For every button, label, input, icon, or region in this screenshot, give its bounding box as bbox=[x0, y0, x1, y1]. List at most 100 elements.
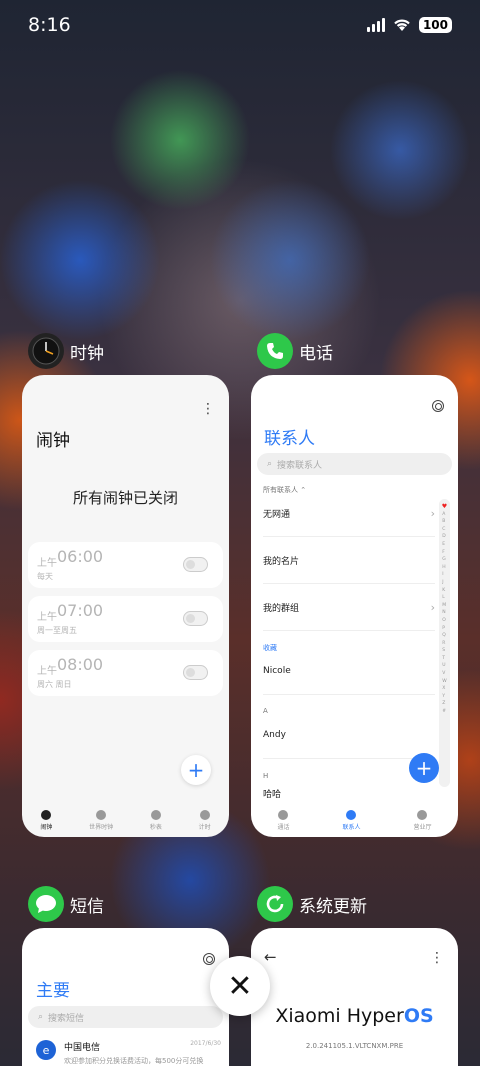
store-icon bbox=[417, 809, 428, 820]
hourglass-icon bbox=[199, 809, 210, 820]
nav-calls[interactable]: 通话 bbox=[277, 809, 290, 831]
app-card-system-update[interactable]: ← ⋮ Xiaomi HyperOS 2.0.241105.1.VLTCNXM.… bbox=[251, 928, 458, 1066]
list-item[interactable]: 我的名片 bbox=[263, 537, 435, 584]
phone-icon bbox=[278, 809, 289, 820]
index-letter[interactable]: K bbox=[442, 587, 446, 595]
search-placeholder: 搜索短信 bbox=[48, 1013, 85, 1024]
index-letter[interactable]: V bbox=[442, 670, 446, 678]
chevron-right-icon: › bbox=[430, 506, 435, 520]
index-letter[interactable]: S bbox=[442, 647, 446, 655]
index-letter[interactable]: D bbox=[442, 533, 446, 541]
back-arrow-icon[interactable]: ← bbox=[264, 948, 277, 966]
nav-contacts[interactable]: 联系人 bbox=[342, 809, 361, 831]
app-label-phone[interactable]: 电话 bbox=[257, 333, 333, 369]
clear-all-button[interactable]: ✕ bbox=[210, 956, 270, 1016]
add-contact-button[interactable]: + bbox=[409, 753, 439, 783]
nav-label: 通话 bbox=[277, 823, 290, 831]
index-letter[interactable]: T bbox=[442, 655, 446, 663]
app-card-phone[interactable]: 联系人 ⌕ 搜索联系人 所有联系人 ⌃ 无网通 › 我的名片 我的群组 › 收藏 N… bbox=[251, 375, 458, 837]
alarm-ampm: 上午 bbox=[37, 558, 57, 569]
nav-service-hall[interactable]: 营业厅 bbox=[413, 809, 432, 831]
nav-label: 秒表 bbox=[149, 823, 162, 831]
index-letter[interactable]: C bbox=[442, 526, 446, 534]
alarm-item[interactable]: 上午 08:00 周六 周日 bbox=[28, 650, 223, 696]
alarm-toggle[interactable] bbox=[183, 557, 208, 572]
contact-row[interactable]: 哈哈 bbox=[263, 787, 281, 800]
app-card-clock[interactable]: ⋮ 闹钟 所有闹钟已关闭 上午 06:00 每天 上午 07:00 周一至周五 … bbox=[22, 375, 229, 837]
index-letter[interactable]: M bbox=[442, 602, 446, 610]
index-letter[interactable]: Y bbox=[442, 693, 446, 701]
alarm-item[interactable]: 上午 07:00 周一至周五 bbox=[28, 596, 223, 642]
alarm-toggle[interactable] bbox=[183, 611, 208, 626]
index-letter[interactable]: W bbox=[442, 678, 446, 686]
index-letter[interactable]: # bbox=[442, 708, 446, 716]
index-letter[interactable]: U bbox=[442, 662, 446, 670]
nav-label: 计时 bbox=[198, 823, 211, 831]
alarm-repeat: 周六 周日 bbox=[37, 680, 72, 689]
index-letter[interactable]: P bbox=[442, 625, 446, 633]
nav-label: 营业厅 bbox=[413, 823, 432, 831]
index-letter[interactable]: O bbox=[442, 617, 446, 625]
index-letter[interactable]: F bbox=[442, 549, 446, 557]
list-item[interactable]: 我的群组 › bbox=[263, 584, 435, 631]
app-card-messages[interactable]: 主要 ⌕ 搜索短信 e 中国电信 2017/6/30 欢迎参加积分兑换话费活动，… bbox=[22, 928, 229, 1066]
index-letter[interactable]: E bbox=[442, 541, 446, 549]
message-preview: 欢迎参加积分兑换话费活动，每500分可兑换 bbox=[64, 1057, 204, 1065]
index-letter[interactable]: L bbox=[442, 594, 446, 602]
settings-icon[interactable] bbox=[203, 953, 215, 965]
wifi-icon bbox=[394, 19, 410, 31]
settings-icon[interactable] bbox=[432, 400, 444, 412]
alarm-time: 06:00 bbox=[57, 547, 104, 566]
alarm-toggle[interactable] bbox=[183, 665, 208, 680]
row-label: 无网通 bbox=[263, 509, 291, 520]
alarm-item[interactable]: 上午 06:00 每天 bbox=[28, 542, 223, 588]
nav-world-clock[interactable]: 世界时钟 bbox=[89, 809, 114, 831]
message-date: 2017/6/30 bbox=[190, 1040, 221, 1047]
index-letter[interactable]: B bbox=[442, 518, 446, 526]
china-telecom-logo: e bbox=[36, 1040, 56, 1060]
status-time: 8:16 bbox=[28, 14, 71, 36]
os-version: 2.0.241105.1.VLTCNXM.PRE bbox=[305, 1042, 404, 1050]
app-label-messages[interactable]: 短信 bbox=[28, 886, 104, 922]
index-letter[interactable]: H bbox=[442, 564, 446, 572]
message-thread[interactable]: e 中国电信 2017/6/30 欢迎参加积分兑换话费活动，每500分可兑换 bbox=[36, 1040, 221, 1066]
app-name: 时钟 bbox=[70, 343, 104, 364]
nav-label: 世界时钟 bbox=[89, 823, 114, 831]
page-title: 闹钟 bbox=[36, 431, 70, 451]
list-item[interactable]: 无网通 › bbox=[263, 490, 435, 537]
globe-clock-icon bbox=[96, 809, 107, 820]
contact-name: Andy bbox=[263, 730, 286, 740]
search-placeholder: 搜索联系人 bbox=[277, 460, 323, 471]
brand-prefix: Xiaomi Hyper bbox=[275, 1005, 404, 1027]
nav-stopwatch[interactable]: 秒表 bbox=[149, 809, 162, 831]
contact-row[interactable]: Nicole bbox=[263, 648, 435, 695]
app-label-clock[interactable]: 时钟 bbox=[28, 333, 104, 369]
index-letter[interactable]: Z bbox=[442, 700, 446, 708]
nav-timer[interactable]: 计时 bbox=[198, 809, 211, 831]
alarm-repeat: 周一至周五 bbox=[37, 626, 77, 635]
add-alarm-button[interactable]: + bbox=[181, 755, 211, 785]
more-icon[interactable]: ⋮ bbox=[201, 401, 215, 417]
row-label: 我的名片 bbox=[263, 556, 300, 567]
index-letter[interactable]: J bbox=[442, 579, 446, 587]
more-icon[interactable]: ⋮ bbox=[430, 950, 444, 966]
contact-row[interactable]: Andy bbox=[263, 712, 435, 759]
page-title: 主要 bbox=[36, 981, 70, 1001]
nav-alarm[interactable]: 闹钟 bbox=[40, 809, 52, 831]
alarm-ampm: 上午 bbox=[37, 666, 57, 677]
index-letter[interactable]: Q bbox=[442, 632, 446, 640]
index-letter[interactable]: G bbox=[442, 556, 446, 564]
index-letter[interactable]: I bbox=[442, 571, 446, 579]
clock-app-icon bbox=[28, 333, 64, 369]
index-letter[interactable]: R bbox=[442, 640, 446, 648]
nav-label: 联系人 bbox=[342, 823, 361, 831]
index-letter[interactable]: N bbox=[442, 609, 446, 617]
index-letter[interactable]: A bbox=[442, 511, 446, 519]
app-label-system-update[interactable]: 系统更新 bbox=[257, 886, 367, 922]
index-letter[interactable]: X bbox=[442, 685, 446, 693]
alarm-ampm: 上午 bbox=[37, 612, 57, 623]
contact-name: Nicole bbox=[263, 666, 291, 676]
alphabet-index[interactable]: ♥ A B C D E F G H I J K L M N O P Q R S T U V W X Y Z # bbox=[439, 499, 450, 787]
search-input[interactable]: ⌕ 搜索短信 bbox=[28, 1006, 223, 1028]
search-input[interactable]: ⌕ 搜索联系人 bbox=[257, 453, 452, 475]
